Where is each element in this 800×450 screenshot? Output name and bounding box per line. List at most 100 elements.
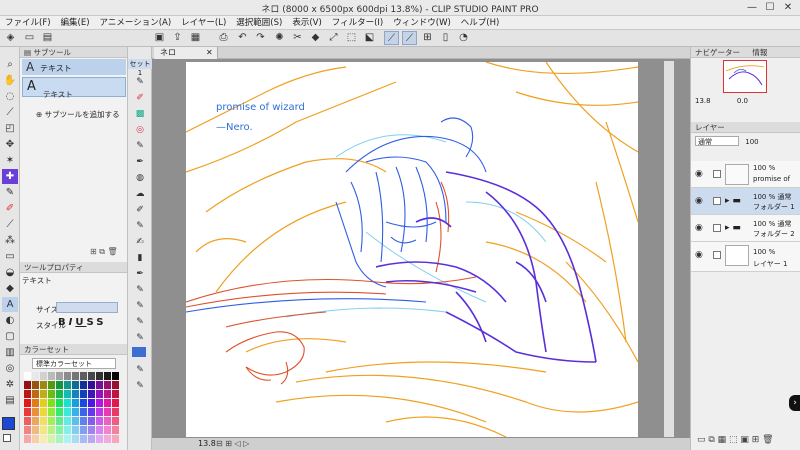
color-swatch[interactable]: [72, 417, 79, 425]
bold-button[interactable]: B: [58, 317, 69, 328]
print-icon[interactable]: ⎙: [216, 31, 231, 45]
invert-selection-icon[interactable]: ⬕: [362, 31, 377, 45]
set-pen3-icon[interactable]: ✎: [132, 219, 148, 233]
color-swatch[interactable]: [72, 426, 79, 434]
color-swatch[interactable]: [56, 417, 63, 425]
color-swatch[interactable]: [80, 408, 87, 416]
color-swatch[interactable]: [24, 408, 31, 416]
color-swatch[interactable]: [88, 417, 95, 425]
vertical-scrollbar[interactable]: [664, 61, 674, 437]
color-swatch[interactable]: [64, 372, 71, 380]
color-swatch[interactable]: [40, 381, 47, 389]
close-tab-icon[interactable]: ✕: [206, 47, 213, 59]
menu-filter[interactable]: フィルター(I): [327, 16, 388, 30]
color-swatch[interactable]: [72, 381, 79, 389]
transform-icon[interactable]: ⤢: [326, 31, 341, 45]
color-swatch[interactable]: [112, 408, 119, 416]
fill-tool-icon[interactable]: ◆: [2, 281, 18, 296]
color-swatch[interactable]: [48, 399, 55, 407]
color-swatch[interactable]: [56, 426, 63, 434]
color-swatch[interactable]: [56, 435, 63, 443]
menu-edit[interactable]: 編集(E): [56, 16, 95, 30]
color-swatch[interactable]: [88, 408, 95, 416]
color-swatch[interactable]: [88, 372, 95, 380]
clear-icon[interactable]: ✂: [290, 31, 305, 45]
color-swatch[interactable]: [72, 408, 79, 416]
color-swatch[interactable]: [48, 417, 55, 425]
color-swatch[interactable]: [24, 381, 31, 389]
color-swatch[interactable]: [40, 390, 47, 398]
set-pencil-icon[interactable]: ✐: [132, 91, 148, 105]
set-cloud-icon[interactable]: ☁: [132, 187, 148, 201]
menu-help[interactable]: ヘルプ(H): [456, 16, 505, 30]
layer-row-folder-1[interactable]: ◉ ▸ ▬ 100 % 通常 フォルダー 1: [691, 188, 800, 215]
color-swatch[interactable]: [96, 381, 103, 389]
color-swatch[interactable]: [64, 381, 71, 389]
color-swatch[interactable]: [56, 408, 63, 416]
balloon-tool-icon[interactable]: ◎: [2, 361, 18, 376]
color-swatch[interactable]: [48, 372, 55, 380]
color-swatch[interactable]: [32, 372, 39, 380]
color-swatch[interactable]: [80, 435, 87, 443]
color-swatch[interactable]: [48, 381, 55, 389]
color-swatch[interactable]: [112, 399, 119, 407]
redo-icon[interactable]: ↷: [253, 31, 268, 45]
color-swatch[interactable]: [24, 372, 31, 380]
color-swatch[interactable]: [64, 417, 71, 425]
phone-icon[interactable]: ▯: [438, 31, 453, 45]
fill-icon[interactable]: ◆: [308, 31, 323, 45]
color-swatch[interactable]: [80, 381, 87, 389]
color-swatch[interactable]: [64, 435, 71, 443]
color-swatch[interactable]: [104, 390, 111, 398]
color-swatch[interactable]: [104, 426, 111, 434]
zoom-readout[interactable]: 13.8: [198, 438, 216, 450]
set-pen2-icon[interactable]: ✎: [132, 139, 148, 153]
color-swatch[interactable]: [40, 399, 47, 407]
layer-lock-checkbox[interactable]: [713, 224, 721, 232]
color-swatch[interactable]: [56, 381, 63, 389]
set-pen6-icon[interactable]: ✎: [132, 315, 148, 329]
set-pen4-icon[interactable]: ✎: [132, 283, 148, 297]
set-swirl-icon[interactable]: ◍: [132, 171, 148, 185]
color-swatch[interactable]: [72, 399, 79, 407]
eye-icon[interactable]: ◉: [695, 250, 703, 260]
color-swatch[interactable]: [72, 435, 79, 443]
info-tab[interactable]: 情報: [752, 48, 767, 57]
eye-icon[interactable]: ◉: [695, 169, 703, 179]
layer-tab[interactable]: レイヤー: [695, 123, 725, 132]
color-swatch[interactable]: [32, 417, 39, 425]
color-swatch[interactable]: [96, 408, 103, 416]
color-swatch[interactable]: [24, 426, 31, 434]
menu-window[interactable]: ウィンドウ(W): [388, 16, 456, 30]
layer-footer-icons[interactable]: ▭ ⧉ ▦ ⬚ ▣ ⊞ 🗑: [697, 435, 774, 445]
color-swatch[interactable]: [48, 408, 55, 416]
color-swatch[interactable]: [88, 426, 95, 434]
select-tool-icon[interactable]: ◰: [2, 121, 18, 136]
airbrush-tool-icon[interactable]: ⁂: [2, 233, 18, 248]
color-swatch[interactable]: [112, 381, 119, 389]
eye-icon[interactable]: ◉: [695, 196, 703, 206]
color-swatch[interactable]: [40, 426, 47, 434]
color-swatch[interactable]: [80, 390, 87, 398]
layer-lock-checkbox[interactable]: [713, 170, 721, 178]
set-pen7-icon[interactable]: ✎: [132, 331, 148, 345]
color-swatch[interactable]: [40, 417, 47, 425]
color-swatch[interactable]: [80, 417, 87, 425]
color-swatch[interactable]: [72, 390, 79, 398]
menu-file[interactable]: ファイル(F): [0, 16, 56, 30]
gradient-tool-icon[interactable]: ◐: [2, 313, 18, 328]
set-pen5-icon[interactable]: ✎: [132, 299, 148, 313]
color-swatch-grid[interactable]: [24, 372, 124, 444]
color-swatch[interactable]: [104, 399, 111, 407]
color-swatch[interactable]: [64, 390, 71, 398]
select-none-icon[interactable]: ⬚: [344, 31, 359, 45]
color-swatch[interactable]: [24, 390, 31, 398]
set-pen10-icon[interactable]: ✎: [132, 379, 148, 393]
main-color-swatch[interactable]: [2, 417, 15, 430]
menu-selection[interactable]: 選択範囲(S): [231, 16, 287, 30]
strike-button[interactable]: S: [86, 317, 96, 328]
color-swatch[interactable]: [64, 408, 71, 416]
color-swatch[interactable]: [24, 435, 31, 443]
color-swatch[interactable]: [88, 390, 95, 398]
move-tool-icon[interactable]: ✥: [2, 137, 18, 152]
